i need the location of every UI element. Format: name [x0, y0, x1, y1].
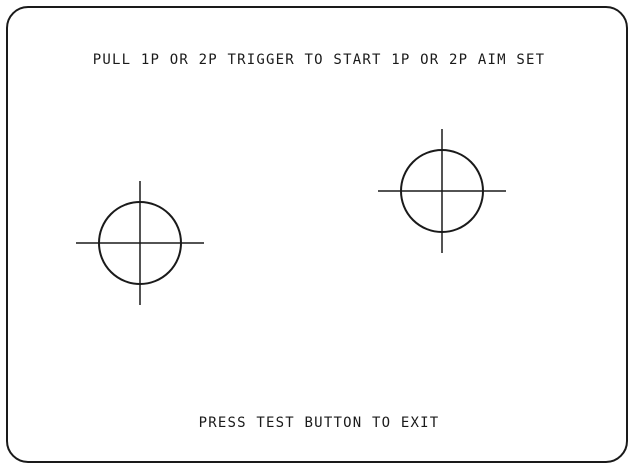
crosshair-icon	[378, 129, 506, 253]
crosshair-icon	[76, 181, 204, 305]
exit-instruction: PRESS TEST BUTTON TO EXIT	[198, 415, 440, 431]
aim-targets	[76, 129, 506, 305]
